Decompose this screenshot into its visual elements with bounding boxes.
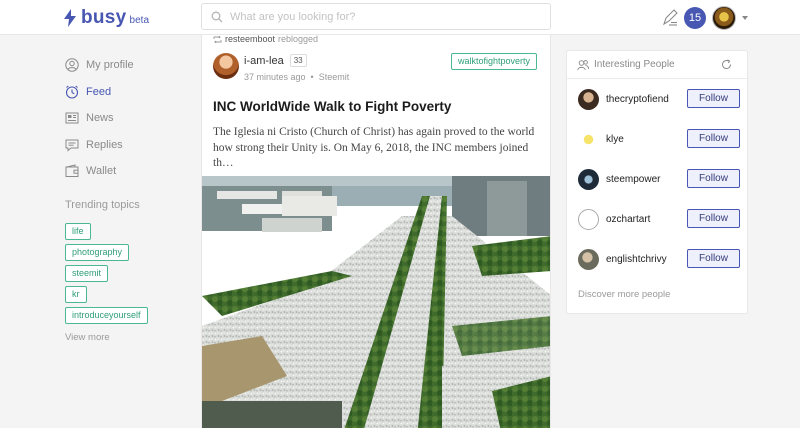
person-name[interactable]: ozchartart	[606, 214, 650, 225]
interesting-people-panel: Interesting People thecryptofiend Follow…	[566, 50, 748, 314]
person-avatar[interactable]	[578, 168, 599, 190]
person-name[interactable]: klye	[606, 134, 624, 145]
reblogger-name[interactable]: resteemboot	[225, 35, 275, 44]
post-time[interactable]: 37 minutes ago	[244, 72, 306, 82]
sidebar-item-label: My profile	[86, 59, 134, 72]
post-tag[interactable]: walktofightpoverty	[450, 53, 537, 70]
panel-title: Interesting People	[594, 59, 675, 70]
top-bar: busy beta 15	[0, 0, 800, 35]
topic-tag-kr[interactable]: kr	[65, 285, 87, 303]
left-sidebar: My profile Feed News Replies Wallet Tren…	[65, 52, 195, 343]
user-avatar[interactable]	[712, 6, 736, 30]
person-row: thecryptofiend Follow	[578, 88, 740, 110]
trending-topics-heading: Trending topics	[65, 198, 140, 211]
people-icon	[577, 59, 589, 70]
refresh-icon[interactable]	[721, 59, 732, 70]
search-input[interactable]	[230, 10, 530, 23]
follow-button[interactable]: Follow	[687, 169, 740, 188]
person-name[interactable]: englishtchrivy	[606, 254, 667, 265]
sidebar-item-label: Feed	[86, 85, 112, 98]
write-post-icon[interactable]	[660, 8, 680, 28]
person-avatar[interactable]	[578, 208, 599, 230]
person-avatar[interactable]	[578, 88, 599, 110]
follow-button[interactable]: Follow	[687, 249, 740, 268]
post-app: Steemit	[318, 72, 350, 82]
user-circle-icon	[65, 58, 79, 72]
notifications-badge[interactable]: 15	[684, 7, 706, 29]
discover-more-people-link[interactable]: Discover more people	[578, 289, 670, 300]
follow-button[interactable]: Follow	[687, 209, 740, 228]
topic-tag-photography[interactable]: photography	[65, 243, 130, 261]
reblog-icon	[213, 35, 222, 43]
sidebar-item-wallet[interactable]: Wallet	[65, 158, 195, 185]
lightning-bolt-icon	[64, 9, 76, 27]
sidebar-item-label: News	[86, 112, 114, 125]
feed-post-card[interactable]: resteemboot reblogged i-am-lea 33 37 min…	[201, 34, 551, 428]
reputation-badge: 33	[289, 54, 307, 67]
post-excerpt[interactable]: The Iglesia ni Cristo (Church of Christ)…	[213, 125, 543, 172]
person-row: klye Follow	[578, 128, 740, 150]
view-more-topics-link[interactable]: View more	[65, 332, 195, 343]
chevron-down-icon[interactable]	[742, 16, 748, 20]
author-avatar[interactable]	[213, 53, 239, 79]
post-title[interactable]: INC WorldWide Walk to Fight Poverty	[213, 99, 451, 114]
news-icon	[65, 112, 79, 124]
search-bar[interactable]	[201, 3, 551, 30]
topic-tag-steemit[interactable]: steemit	[65, 264, 109, 282]
sidebar-item-my-profile[interactable]: My profile	[65, 52, 195, 79]
topic-tag-life[interactable]: life	[65, 222, 91, 240]
search-icon	[211, 11, 223, 22]
post-image[interactable]	[202, 176, 550, 428]
person-avatar[interactable]	[578, 128, 599, 150]
sidebar-item-label: Replies	[86, 138, 123, 151]
busy-logo[interactable]: busy beta	[64, 7, 149, 29]
follow-button[interactable]: Follow	[687, 129, 740, 148]
wallet-icon	[65, 164, 79, 178]
person-avatar[interactable]	[578, 248, 599, 270]
beta-badge: beta	[129, 15, 150, 26]
clock-icon	[65, 85, 79, 99]
person-name[interactable]: thecryptofiend	[606, 94, 669, 105]
sidebar-item-label: Wallet	[86, 165, 117, 178]
topic-tag-introduceyourself[interactable]: introduceyourself	[65, 306, 148, 324]
reblog-label: reblogged	[278, 34, 319, 44]
sidebar-item-replies[interactable]: Replies	[65, 132, 195, 159]
sidebar-item-feed[interactable]: Feed	[65, 79, 195, 106]
person-row: ozchartart Follow	[578, 208, 740, 230]
person-row: englishtchrivy Follow	[578, 248, 740, 270]
aerial-crowd-photo	[202, 176, 550, 428]
person-name[interactable]: steempower	[606, 174, 660, 185]
person-row: steempower Follow	[578, 168, 740, 190]
author-name[interactable]: i-am-lea	[244, 55, 284, 67]
logo-text: busy	[81, 7, 127, 28]
chat-icon	[65, 139, 79, 152]
reblog-line: resteemboot reblogged	[213, 34, 319, 44]
post-meta: 37 minutes ago • Steemit	[244, 72, 350, 82]
sidebar-item-news[interactable]: News	[65, 105, 195, 132]
follow-button[interactable]: Follow	[687, 89, 740, 108]
